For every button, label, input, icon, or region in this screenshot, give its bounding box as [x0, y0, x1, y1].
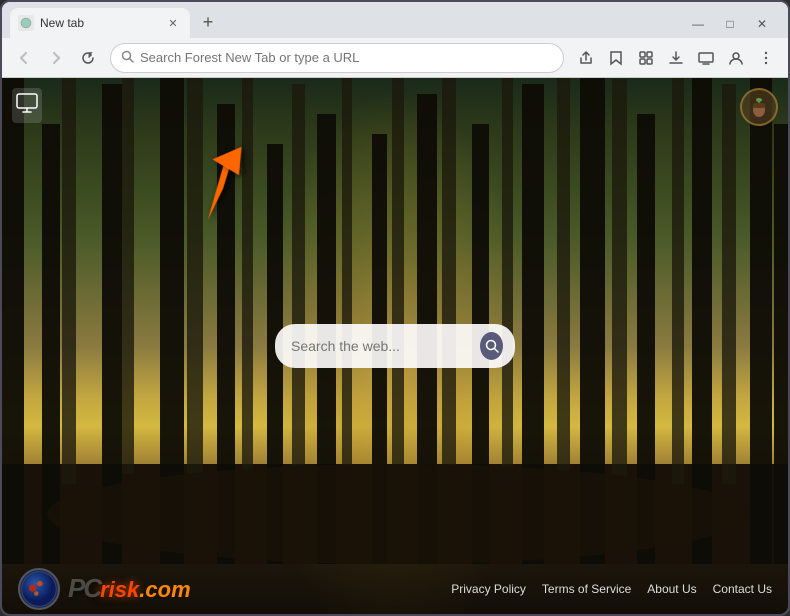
share-button[interactable]	[572, 44, 600, 72]
logo-pc-text: PC	[68, 575, 100, 601]
browser-toolbar	[2, 38, 788, 78]
search-button[interactable]	[480, 332, 503, 360]
cast-button[interactable]	[692, 44, 720, 72]
omnibox[interactable]	[110, 43, 564, 73]
profile-button[interactable]	[722, 44, 750, 72]
display-icon	[16, 92, 38, 114]
logo-badge	[18, 568, 60, 610]
forest-settings-button[interactable]	[740, 88, 778, 126]
maximize-button[interactable]: □	[716, 14, 744, 34]
search-box	[275, 324, 515, 368]
new-tab-button[interactable]: +	[194, 8, 222, 36]
tab-favicon	[18, 15, 34, 31]
logo-area: PC risk .com	[18, 568, 191, 610]
active-tab[interactable]: New tab ✕	[10, 8, 190, 38]
tab-close-button[interactable]: ✕	[164, 14, 182, 32]
about-us-link[interactable]: About Us	[647, 582, 696, 596]
browser-window: New tab ✕ + — □ ✕	[0, 0, 790, 616]
logo-risk-text: risk	[100, 577, 139, 603]
display-icon-button[interactable]	[12, 88, 42, 123]
content-area: PC risk .com Privacy Policy Terms of Ser…	[2, 78, 788, 614]
logo-text: PC risk .com	[68, 575, 191, 603]
close-button[interactable]: ✕	[748, 14, 776, 34]
bottom-bar: PC risk .com Privacy Policy Terms of Ser…	[2, 564, 788, 614]
forward-button[interactable]	[42, 44, 70, 72]
bookmark-button[interactable]	[602, 44, 630, 72]
search-container	[275, 324, 515, 368]
back-button[interactable]	[10, 44, 38, 72]
terms-of-service-link[interactable]: Terms of Service	[542, 582, 631, 596]
tree-scene	[2, 78, 788, 564]
url-input[interactable]	[140, 50, 553, 65]
contact-us-link[interactable]: Contact Us	[713, 582, 772, 596]
extensions-button[interactable]	[632, 44, 660, 72]
tab-bar: New tab ✕ + — □ ✕	[2, 2, 788, 38]
download-button[interactable]	[662, 44, 690, 72]
tab-title: New tab	[40, 16, 158, 30]
window-controls: — □ ✕	[684, 14, 780, 34]
logo-com-text: .com	[139, 577, 190, 603]
search-submit-icon	[485, 339, 499, 353]
search-icon	[121, 50, 134, 66]
toolbar-actions	[572, 44, 780, 72]
footer-links: Privacy Policy Terms of Service About Us…	[451, 582, 772, 596]
refresh-button[interactable]	[74, 44, 102, 72]
search-input[interactable]	[291, 338, 472, 354]
menu-button[interactable]	[752, 44, 780, 72]
privacy-policy-link[interactable]: Privacy Policy	[451, 582, 526, 596]
acorn-icon	[748, 96, 770, 118]
minimize-button[interactable]: —	[684, 14, 712, 34]
